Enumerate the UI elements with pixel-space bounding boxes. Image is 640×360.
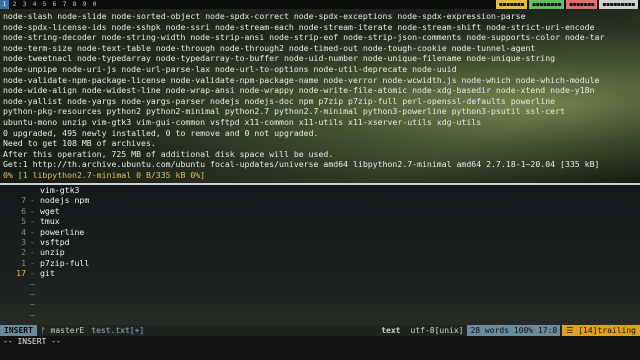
- line-sign: ~: [30, 299, 35, 310]
- editor-buffer[interactable]: vim-gtk3 7- nodejs npm 6- wget 5- tmux 4- powerl…: [0, 185, 640, 320]
- terminal-line: node-tweetnacl node-typedarray node-type…: [3, 53, 556, 64]
- line-number: [0, 289, 30, 299]
- line-text[interactable]: p7zip-full: [40, 258, 89, 268]
- terminal-line: After this operation, 725 MB of addition…: [3, 148, 334, 159]
- line-number: 4: [21, 226, 26, 237]
- workspace-2[interactable]: 2: [10, 0, 19, 9]
- line-text[interactable]: powerline: [40, 227, 84, 237]
- workspace-4[interactable]: 4: [30, 0, 39, 9]
- terminal-line: node-yallist node-yargs node-yargs-parse…: [3, 95, 556, 106]
- git-branch: ᚠ masterE: [40, 326, 85, 335]
- workspace-8[interactable]: 8: [70, 0, 79, 9]
- line-number: 1: [21, 257, 26, 268]
- vim-command-line[interactable]: -- INSERT --: [0, 336, 640, 360]
- line-text[interactable]: git: [40, 268, 55, 278]
- line-sign: [30, 185, 40, 195]
- vim-editor-pane[interactable]: vim-gtk3 7- nodejs npm 6- wget 5- tmux 4- powerl…: [0, 185, 640, 325]
- workspace-7[interactable]: 7: [60, 0, 69, 9]
- terminal-line: node-unpipe node-uri-js node-url-parse-l…: [3, 63, 457, 74]
- terminal-output: node-slash node-slide node-sorted-object…: [3, 11, 637, 181]
- line-sign: -: [30, 247, 35, 258]
- editor-line[interactable]: ~: [0, 279, 640, 289]
- workspace-5[interactable]: 5: [40, 0, 49, 9]
- tray-item-1: ◼◼◼◼◼◼◼◼: [529, 0, 565, 9]
- terminal-line: node-spdx-license-ids node-sshpk node-ss…: [3, 21, 595, 32]
- terminal-line: node-slash node-slide node-sorted-object…: [3, 11, 526, 21]
- line-number: 5: [21, 216, 26, 227]
- terminal-pane[interactable]: node-slash node-slide node-sorted-object…: [0, 9, 640, 183]
- terminal-line: node-wide-align node-widest-line node-wr…: [3, 85, 595, 96]
- editor-line[interactable]: 4- powerline: [0, 227, 640, 237]
- line-sign: -: [30, 195, 35, 206]
- editor-line[interactable]: 5- tmux: [0, 216, 640, 226]
- file-name: test.txt[+]: [91, 326, 145, 335]
- line-sign: -: [30, 216, 35, 227]
- terminal-line: 0 upgraded, 495 newly installed, 0 to re…: [3, 127, 319, 138]
- workspace-6[interactable]: 6: [50, 0, 59, 9]
- workspace-0[interactable]: 0: [90, 0, 99, 9]
- trailing-whitespace-warning: ☰ [14]trailing: [562, 325, 640, 336]
- line-number: [0, 299, 30, 309]
- terminal-line: node-term-size node-text-table node-thro…: [3, 42, 536, 53]
- editor-line[interactable]: 3- vsftpd: [0, 237, 640, 247]
- line-sign: -: [30, 205, 35, 216]
- editor-line[interactable]: 6- wget: [0, 206, 640, 216]
- workspace-3[interactable]: 3: [20, 0, 29, 9]
- editor-line[interactable]: ~: [0, 289, 640, 299]
- workspace-list: 1234567890: [0, 0, 100, 9]
- terminal-line: Need to get 108 MB of archives.: [3, 138, 156, 149]
- line-text[interactable]: vim-gtk3: [40, 185, 79, 195]
- editor-line[interactable]: 17- git: [0, 268, 640, 278]
- line-number: 6: [21, 205, 26, 216]
- terminal-line: node-string-decoder node-string-width no…: [3, 32, 605, 43]
- line-number: 17: [16, 268, 26, 279]
- line-number: 3: [21, 236, 26, 247]
- tray-item-3: ◼◼◼◼◼◼◼◼◼: [599, 0, 638, 9]
- file-encoding: utf-8[unix]: [410, 326, 464, 335]
- line-number: [0, 185, 30, 195]
- line-sign: -: [30, 226, 35, 237]
- line-text[interactable]: wget: [40, 206, 60, 216]
- line-sign: ~: [30, 309, 35, 320]
- terminal-line: Get:1 http://th.archive.ubuntu.com/ubunt…: [3, 159, 600, 170]
- mode-indicator: INSERT: [0, 325, 37, 336]
- line-sign: -: [30, 268, 35, 279]
- line-number: 2: [21, 247, 26, 258]
- word-count: 28 words 100% 17:8: [467, 325, 561, 336]
- terminal-line: 0% [1 libpython2.7-minimal 0 B/335 kB 0%…: [3, 169, 206, 180]
- line-sign: ~: [30, 288, 35, 299]
- workspace-bar: 1234567890 ◼◼◼◼◼◼◼ ◼◼◼◼◼◼◼◼ ◼◼◼◼◼◼◼ ◼◼◼◼◼◼◼…: [0, 0, 640, 9]
- system-tray: ◼◼◼◼◼◼◼ ◼◼◼◼◼◼◼◼ ◼◼◼◼◼◼◼ ◼◼◼◼◼◼◼◼◼: [494, 0, 638, 9]
- workspace-1[interactable]: 1: [0, 0, 9, 9]
- line-number: 7: [21, 195, 26, 206]
- line-sign: ~: [30, 278, 35, 289]
- line-text[interactable]: vsftpd: [40, 237, 70, 247]
- line-sign: -: [30, 236, 35, 247]
- workspace-9[interactable]: 9: [80, 0, 89, 9]
- line-sign: -: [30, 257, 35, 268]
- line-number: [0, 279, 30, 289]
- vim-statusline: INSERT ᚠ masterE test.txt[+] text utf-8[…: [0, 325, 640, 336]
- line-text[interactable]: tmux: [40, 216, 60, 226]
- editor-line[interactable]: ~: [0, 310, 640, 320]
- editor-line[interactable]: 2- unzip: [0, 247, 640, 257]
- terminal-line: ubuntu-mono unzip vim-gtk3 vim-gui-commo…: [3, 116, 482, 127]
- editor-line[interactable]: ~: [0, 299, 640, 309]
- file-type: text: [381, 326, 401, 335]
- tray-item-2: ◼◼◼◼◼◼◼: [566, 0, 598, 9]
- line-text[interactable]: nodejs npm: [40, 195, 89, 205]
- terminal-line: python-pkg-resources python2 python2-min…: [3, 106, 565, 117]
- line-number: [0, 310, 30, 320]
- editor-line[interactable]: vim-gtk3: [0, 185, 640, 195]
- line-text[interactable]: unzip: [40, 247, 65, 257]
- tray-item-0: ◼◼◼◼◼◼◼: [495, 0, 528, 9]
- editor-line[interactable]: 1- p7zip-full: [0, 258, 640, 268]
- editor-line[interactable]: 7- nodejs npm: [0, 195, 640, 205]
- terminal-line: node-validate-npm-package-license node-v…: [3, 74, 600, 85]
